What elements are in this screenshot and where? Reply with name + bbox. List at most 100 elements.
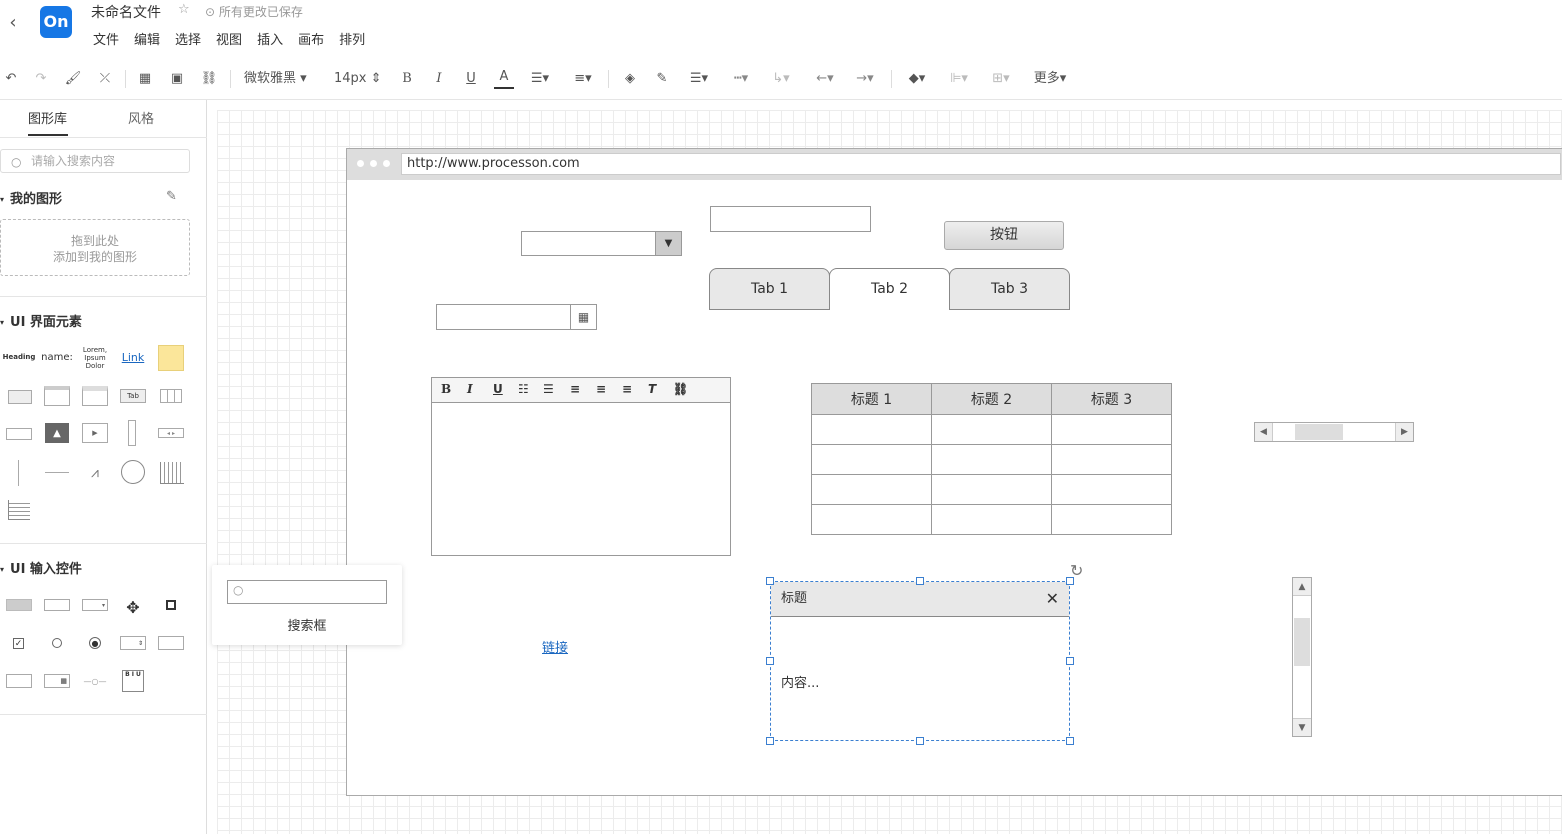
font-size-select[interactable]: 14px ⇕ xyxy=(334,67,386,91)
line-chart-icon[interactable]: ⩘ xyxy=(82,462,108,484)
align-icon[interactable]: ≡▾ xyxy=(568,67,598,91)
shape-rectangle[interactable] xyxy=(8,390,32,404)
line-style-icon[interactable]: ┅▾ xyxy=(726,67,756,91)
data-table-shape[interactable]: 标题 1 标题 2 标题 3 xyxy=(811,383,1172,535)
shape-rich-text[interactable]: B I U xyxy=(122,670,144,692)
date-input-shape[interactable]: ▦ xyxy=(436,304,597,330)
shape-label[interactable]: name: xyxy=(41,345,73,369)
menu-select[interactable]: 选择 xyxy=(175,29,201,48)
tab-style[interactable]: 风格 xyxy=(128,108,154,127)
redo-icon[interactable]: ↷ xyxy=(32,67,50,91)
line-spacing-icon[interactable]: ☰▾ xyxy=(526,67,554,91)
section-ui-inputs[interactable]: ▾ UI 输入控件 xyxy=(0,558,82,577)
menu-view[interactable]: 视图 xyxy=(216,29,242,48)
format-painter-icon[interactable]: 🖌 xyxy=(64,67,82,91)
tab-shape-library[interactable]: 图形库 xyxy=(28,108,67,127)
file-title[interactable]: 未命名文件 xyxy=(91,2,161,22)
canvas-tab-1[interactable]: Tab 1 xyxy=(709,268,830,310)
shape-heading[interactable]: Heading xyxy=(3,345,36,369)
shape-link[interactable]: Link xyxy=(118,345,148,369)
image-placeholder-icon[interactable]: ▲ xyxy=(45,423,69,443)
close-icon[interactable]: ✕ xyxy=(1046,582,1059,616)
checkbox-checked-icon[interactable]: ✓ xyxy=(13,638,24,649)
shape-spinner[interactable]: ⇕ xyxy=(120,636,146,650)
shape-button[interactable] xyxy=(6,599,32,611)
resize-handle[interactable] xyxy=(766,737,774,745)
font-family-select[interactable]: 微软雅黑 ▾ xyxy=(244,67,320,91)
shape-slider[interactable]: —○— xyxy=(82,677,108,686)
resize-handle[interactable] xyxy=(916,577,924,585)
shape-paragraph[interactable]: Lorem, Ipsum Dolor xyxy=(80,344,110,372)
horizontal-bar-chart-icon[interactable] xyxy=(8,500,30,520)
line-color-icon[interactable]: ✎ xyxy=(652,67,672,91)
resize-handle[interactable] xyxy=(1066,737,1074,745)
shape-grid-table[interactable] xyxy=(160,389,182,403)
shape-folder-tab[interactable] xyxy=(6,428,32,440)
canvas-button-shape[interactable]: 按钮 xyxy=(944,221,1064,250)
shape-horizontal-line[interactable] xyxy=(45,472,69,473)
resize-handle[interactable] xyxy=(766,657,774,665)
shape-window[interactable] xyxy=(44,386,70,406)
menu-edit[interactable]: 编辑 xyxy=(134,29,160,48)
app-logo[interactable]: On xyxy=(40,6,72,38)
vertical-scrollbar-shape[interactable]: ▲ ▼ xyxy=(1292,577,1312,737)
fill-color-icon[interactable]: ◈ xyxy=(620,67,640,91)
resize-handle[interactable] xyxy=(916,737,924,745)
dialog-shape[interactable]: 标题 ✕ 内容... xyxy=(770,581,1070,741)
rotate-handle-icon[interactable]: ↻ xyxy=(1070,561,1083,580)
move-cursor-icon[interactable]: ✥ xyxy=(120,597,146,617)
layers-icon[interactable]: ◆▾ xyxy=(902,67,932,91)
arrow-start-icon[interactable]: ←▾ xyxy=(810,67,840,91)
align-objects-icon[interactable]: ⊫▾ xyxy=(944,67,974,91)
section-my-shapes[interactable]: ▾ 我的图形 xyxy=(0,188,62,207)
shape-dropdown[interactable]: ▾ xyxy=(82,599,108,611)
rich-text-editor-shape[interactable]: B I U ☷ ☰ ≡ ≡ ≡ T ⛓ xyxy=(431,377,731,556)
shape-text-input[interactable] xyxy=(44,599,70,611)
radio-empty-icon[interactable] xyxy=(52,638,62,648)
arrow-end-icon[interactable]: →▾ xyxy=(850,67,880,91)
bar-chart-icon[interactable] xyxy=(160,462,184,484)
shape-vertical-slider[interactable] xyxy=(128,420,136,446)
connector-icon[interactable]: ↳▾ xyxy=(766,67,796,91)
canvas-link-shape[interactable]: 链接 xyxy=(542,637,568,656)
section-ui-elements[interactable]: ▾ UI 界面元素 xyxy=(0,311,82,330)
bold-icon[interactable]: B xyxy=(398,67,416,91)
shape-search-input[interactable]: ○ 请输入搜索内容 xyxy=(0,149,190,173)
shape-textarea[interactable] xyxy=(158,636,184,650)
star-icon[interactable]: ☆ xyxy=(178,2,190,17)
menu-canvas[interactable]: 画布 xyxy=(298,29,324,48)
more-menu[interactable]: 更多▾ xyxy=(1028,67,1072,91)
shape-sticky-note[interactable] xyxy=(158,345,184,371)
italic-icon[interactable]: I xyxy=(430,67,448,91)
shape-checkbox-empty[interactable] xyxy=(166,600,176,610)
back-arrow-icon[interactable]: ‹ xyxy=(4,12,22,34)
my-shapes-dropzone[interactable]: 拖到此处 添加到我的图形 xyxy=(0,219,190,276)
line-width-icon[interactable]: ☰▾ xyxy=(684,67,714,91)
canvas-tab-2[interactable]: Tab 2 xyxy=(829,268,950,310)
resize-handle[interactable] xyxy=(1066,657,1074,665)
image-icon[interactable]: ▣ xyxy=(168,67,186,91)
undo-icon[interactable]: ↶ xyxy=(2,67,20,91)
shape-vertical-line[interactable] xyxy=(18,460,19,486)
menu-insert[interactable]: 插入 xyxy=(257,29,283,48)
edit-pencil-icon[interactable]: ✎ xyxy=(166,189,177,204)
shape-panel[interactable] xyxy=(82,386,108,406)
combo-box-shape[interactable]: ▼ xyxy=(521,231,682,256)
shape-tab[interactable]: Tab xyxy=(120,389,146,403)
texture-icon[interactable]: ▦ xyxy=(136,67,154,91)
radio-selected-icon[interactable]: ● xyxy=(89,637,101,649)
browser-url[interactable]: http://www.processon.com xyxy=(401,153,1561,175)
underline-icon[interactable]: U xyxy=(462,67,480,91)
menu-file[interactable]: 文件 xyxy=(93,29,119,48)
canvas-tab-3[interactable]: Tab 3 xyxy=(949,268,1070,310)
clear-format-icon[interactable]: ⤫ xyxy=(96,67,114,91)
font-color-icon[interactable]: A xyxy=(494,67,514,89)
pie-chart-icon[interactable] xyxy=(121,460,145,484)
shape-horizontal-slider[interactable]: ◂ ▸ xyxy=(158,428,184,438)
horizontal-scrollbar-shape[interactable]: ◀ ▶ xyxy=(1254,422,1414,442)
shape-video-player[interactable]: ▶ xyxy=(82,423,108,443)
link-icon[interactable]: ⛓ xyxy=(200,67,218,91)
text-input-shape[interactable] xyxy=(710,206,871,232)
resize-handle[interactable] xyxy=(766,577,774,585)
shape-text-field[interactable] xyxy=(6,674,32,688)
